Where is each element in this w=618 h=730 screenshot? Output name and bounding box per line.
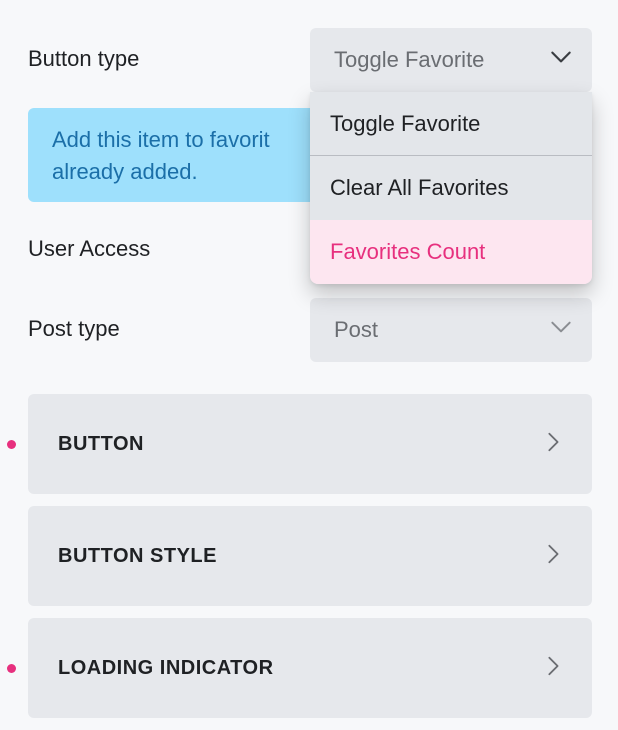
button-type-label: Button type: [28, 46, 140, 71]
post-type-label: Post type: [28, 316, 120, 341]
chevron-down-icon: [548, 44, 574, 76]
settings-panel: Button type Toggle Favorite Add this ite…: [0, 0, 618, 730]
post-type-selected-value: Post: [334, 317, 379, 342]
modified-indicator-dot: [7, 440, 16, 449]
section-button-style[interactable]: BUTTON STYLE: [28, 506, 592, 606]
post-type-select[interactable]: Post: [310, 298, 592, 362]
button-type-select[interactable]: Toggle Favorite: [310, 28, 592, 92]
section-title: BUTTON STYLE: [58, 544, 217, 567]
button-type-dropdown-menu: Toggle Favorite Clear All Favorites Favo…: [310, 92, 592, 284]
option-toggle-favorite[interactable]: Toggle Favorite: [310, 92, 592, 156]
chevron-right-icon: [542, 655, 564, 682]
notice-line-2: already added.: [52, 159, 198, 184]
chevron-right-icon: [542, 543, 564, 570]
section-button[interactable]: BUTTON: [28, 394, 592, 494]
option-clear-all-favorites[interactable]: Clear All Favorites: [310, 156, 592, 220]
info-notice: Add this item to favorit already added.: [28, 108, 328, 202]
chevron-down-icon: [548, 314, 574, 346]
user-access-label: User Access: [28, 236, 151, 261]
notice-line-1: Add this item to favorit: [52, 127, 270, 152]
modified-indicator-dot: [7, 664, 16, 673]
section-title: BUTTON: [58, 432, 144, 455]
option-favorites-count[interactable]: Favorites Count: [310, 220, 592, 284]
section-title: LOADING INDICATOR: [58, 656, 274, 679]
chevron-right-icon: [542, 431, 564, 458]
button-type-selected-value: Toggle Favorite: [334, 47, 485, 72]
section-loading-indicator[interactable]: LOADING INDICATOR: [28, 618, 592, 718]
